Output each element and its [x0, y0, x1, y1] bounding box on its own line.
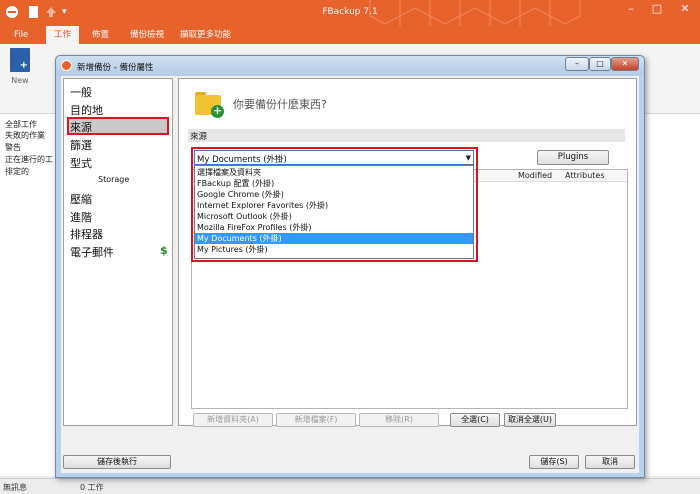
nav-item-scheduler[interactable]: 排程器 — [70, 226, 103, 242]
minimize-icon[interactable]: – — [565, 57, 589, 71]
right-panel — [642, 114, 700, 476]
remove-button[interactable]: 移除(R) — [359, 413, 439, 427]
nav-item-compression[interactable]: 壓縮 — [70, 191, 92, 207]
nav-panel: 一般 目的地 來源 篩選 型式 Storage 壓縮 進階 排程器 電子郵件 $ — [63, 78, 173, 426]
backup-properties-dialog: 新增備份 - 備份屬性 – □ ✕ 一般 目的地 來源 篩選 型式 Storag… — [55, 55, 645, 478]
maximize-icon[interactable]: □ — [589, 57, 611, 71]
menu-tab-work[interactable]: 工作 — [46, 26, 80, 44]
list-item[interactable]: 正在進行的工 — [5, 154, 53, 165]
list-item[interactable]: 全部工作 — [5, 119, 37, 130]
list-item[interactable]: 排定的 — [5, 166, 29, 177]
dropdown-option[interactable]: My Pictures (外掛) — [195, 244, 473, 255]
add-folder-button[interactable]: 新增資料夾(A) — [193, 413, 273, 427]
close-icon[interactable]: ✕ — [611, 57, 639, 71]
source-plugin-select[interactable]: My Documents (外掛) ▼ — [194, 150, 474, 165]
app-title: FBackup 7.1 — [322, 7, 378, 17]
nav-item-email[interactable]: 電子郵件 — [70, 244, 114, 260]
menu-tab-more-features[interactable]: 擷取更多功能 — [172, 26, 239, 44]
nav-item-storage[interactable]: Storage — [98, 175, 129, 184]
app-logo-icon — [61, 60, 72, 71]
dropdown-option-selected[interactable]: My Documents (外掛) — [195, 233, 473, 244]
dialog-title: 新增備份 - 備份屬性 — [77, 63, 154, 73]
job-category-list: 全部工作 失敗的作業 警告 正在進行的工 排定的 — [0, 114, 56, 476]
nav-item-filter[interactable]: 篩選 — [70, 137, 92, 153]
select-all-button[interactable]: 全選(C) — [450, 413, 500, 427]
dialog-titlebar[interactable]: 新增備份 - 備份屬性 – □ ✕ — [56, 56, 644, 76]
page-question: 你要備份什麼東西? — [233, 98, 327, 111]
cancel-button[interactable]: 取消 — [585, 455, 635, 469]
dropdown-option[interactable]: Mozilla FireFox Profiles (外掛) — [195, 222, 473, 233]
dropdown-option[interactable]: FBackup 配置 (外掛) — [195, 178, 473, 189]
nav-item-advanced[interactable]: 進階 — [70, 209, 92, 225]
nav-item-source[interactable]: 來源 — [70, 119, 92, 135]
dialog-body: 一般 目的地 來源 篩選 型式 Storage 壓縮 進階 排程器 電子郵件 $… — [61, 76, 639, 473]
select-value: My Documents (外掛) — [197, 155, 287, 165]
app-menubar: File 工作 佈置 備份檢視 擷取更多功能 — [0, 26, 700, 44]
menu-tab-file[interactable]: File — [6, 26, 36, 44]
new-backup-button[interactable]: New — [6, 48, 34, 90]
list-item[interactable]: 警告 — [5, 142, 21, 153]
save-button[interactable]: 儲存(S) — [529, 455, 579, 469]
section-header: 來源 — [188, 129, 625, 142]
menu-tab-layout[interactable]: 佈置 — [84, 26, 117, 44]
add-file-button[interactable]: 新增檔案(F) — [276, 413, 356, 427]
section-label: 來源 — [190, 132, 208, 142]
dropdown-option[interactable]: Google Chrome (外掛) — [195, 189, 473, 200]
app-maximize-icon[interactable]: □ — [644, 0, 670, 20]
nav-item-general[interactable]: 一般 — [70, 84, 92, 100]
app-titlebar: ▾ FBackup 7.1 – □ ✕ — [0, 0, 700, 26]
app-close-icon[interactable]: ✕ — [672, 0, 698, 20]
status-job-count: 0 工作 — [80, 483, 104, 492]
status-message: 無訊息 — [3, 483, 27, 492]
column-attributes[interactable]: Attributes — [565, 171, 605, 180]
status-bar: 無訊息 0 工作 — [0, 478, 700, 494]
save-and-run-button[interactable]: 儲存後執行 — [63, 455, 171, 469]
dollar-icon: $ — [160, 244, 168, 257]
deselect-all-button[interactable]: 取消全選(U) — [504, 413, 556, 427]
nav-item-destination[interactable]: 目的地 — [70, 102, 103, 118]
source-plugin-dropdown: 選擇檔案及資料夾 FBackup 配置 (外掛) Google Chrome (… — [194, 165, 474, 259]
dropdown-option[interactable]: Internet Explorer Favorites (外掛) — [195, 200, 473, 211]
list-item[interactable]: 失敗的作業 — [5, 130, 45, 141]
dropdown-option[interactable]: Microsoft Outlook (外掛) — [195, 211, 473, 222]
nav-item-type[interactable]: 型式 — [70, 155, 92, 171]
chevron-down-icon[interactable]: ▼ — [466, 154, 471, 162]
menu-tab-backup-view[interactable]: 備份檢視 — [122, 26, 172, 44]
folder-add-icon: + — [195, 89, 225, 118]
plugins-button[interactable]: Plugins — [537, 150, 609, 165]
column-modified[interactable]: Modified — [518, 171, 552, 180]
source-panel: + 你要備份什麼東西? 來源 Modified Attributes My Do… — [178, 78, 637, 427]
dropdown-option[interactable]: 選擇檔案及資料夾 — [195, 167, 473, 178]
app-minimize-icon[interactable]: – — [618, 0, 644, 20]
new-document-icon — [10, 48, 30, 72]
